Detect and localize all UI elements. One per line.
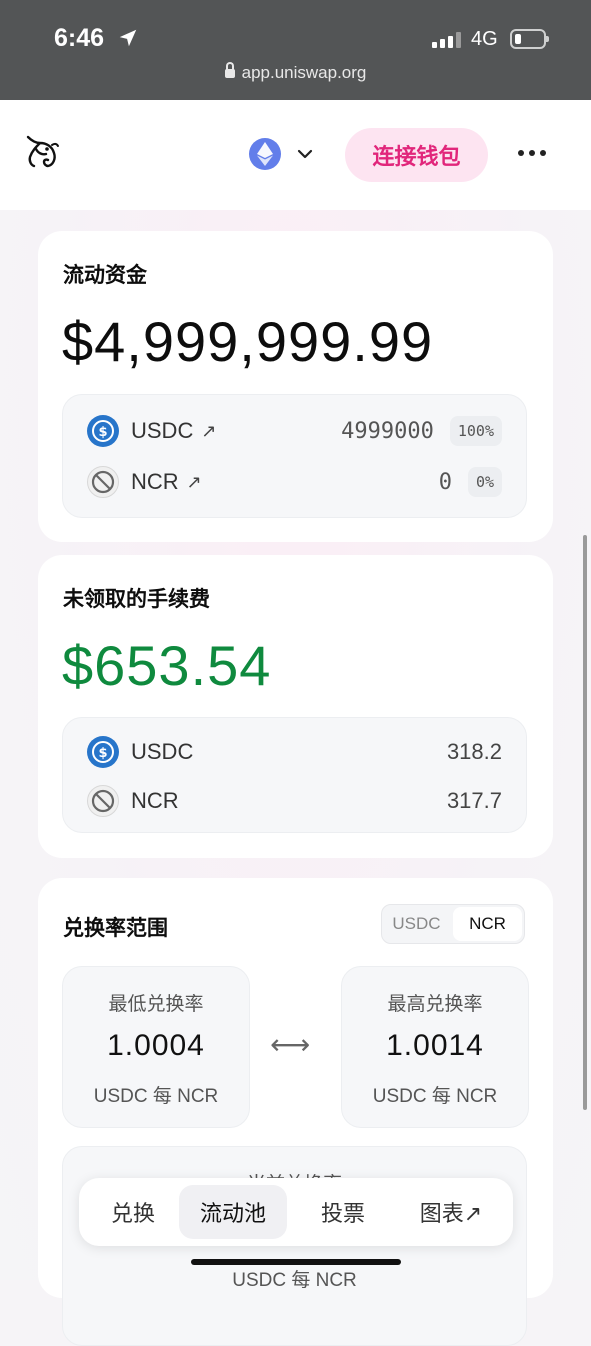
battery-icon [510, 29, 549, 49]
network-type: 4G [471, 28, 498, 50]
status-bar: 6:46 4G app.uniswap.org [0, 0, 591, 100]
token-name: NCR [131, 788, 179, 813]
network-selector[interactable] [249, 138, 313, 170]
more-options-icon[interactable] [518, 150, 546, 156]
lock-icon [224, 62, 235, 78]
ethereum-icon [249, 138, 281, 170]
liquidity-total: $4,999,999.99 [62, 310, 434, 373]
bottom-nav: 兑换 流动池 投票 图表↗ [79, 1178, 513, 1246]
token-percent-badge: 100% [449, 416, 502, 446]
svg-text:$: $ [98, 425, 107, 440]
url-bar[interactable]: app.uniswap.org [0, 62, 591, 83]
nav-charts[interactable]: 图表↗ [399, 1185, 503, 1239]
external-link-icon[interactable]: ↗ [187, 472, 202, 493]
token-percent-badge: 0% [467, 467, 502, 497]
token-amount: 317.7 [446, 788, 502, 813]
url-text: app.uniswap.org [241, 63, 367, 82]
nav-pool[interactable]: 流动池 [179, 1185, 287, 1239]
min-price-value: 1.0004 [107, 1029, 205, 1062]
usdc-icon: $ [87, 736, 119, 768]
token-row-ncr[interactable]: NCR ↗ 0 0% [87, 465, 502, 499]
max-price-unit: USDC 每 NCR [372, 1086, 498, 1107]
token-amount: 318.2 [446, 739, 502, 764]
unclaimed-fees-card: 未领取的手续费 $653.54 $ USDC 318.2 NCR 317.7 [38, 555, 553, 858]
connect-wallet-button[interactable]: 连接钱包 [345, 128, 488, 182]
token-name: USDC [131, 418, 194, 443]
nav-swap[interactable]: 兑换 [87, 1185, 179, 1239]
token-row-usdc[interactable]: $ USDC ↗ 4999000 100% [87, 414, 502, 448]
token-row-usdc: $ USDC 318.2 [87, 735, 502, 769]
fees-token-list: $ USDC 318.2 NCR 317.7 [62, 717, 527, 833]
double-arrow-icon: ⟷ [270, 1028, 311, 1061]
toggle-ncr[interactable]: NCR [453, 907, 522, 941]
current-price-unit: USDC 每 NCR [232, 1270, 357, 1291]
home-indicator [191, 1259, 401, 1265]
scrollbar[interactable] [583, 535, 587, 1110]
toggle-usdc[interactable]: USDC [382, 905, 451, 943]
uniswap-logo-icon[interactable] [22, 131, 62, 171]
min-price-label: 最低兑换率 [108, 993, 204, 1015]
fees-total: $653.54 [62, 634, 272, 697]
top-nav: 连接钱包 [0, 100, 591, 211]
status-time: 6:46 [54, 24, 105, 52]
max-price-value: 1.0014 [386, 1029, 484, 1062]
external-link-icon[interactable]: ↗ [201, 421, 216, 442]
liquidity-token-list: $ USDC ↗ 4999000 100% NCR ↗ 0 0% [62, 394, 527, 518]
token-amount: 4999000 [341, 418, 434, 444]
range-title: 兑换率范围 [63, 916, 168, 940]
unknown-token-icon [87, 466, 119, 498]
min-price-box: 最低兑换率 1.0004 USDC 每 NCR [62, 966, 250, 1128]
max-price-box: 最高兑换率 1.0014 USDC 每 NCR [341, 966, 529, 1128]
token-name: NCR [131, 469, 179, 494]
max-price-label: 最高兑换率 [387, 993, 483, 1015]
token-name: USDC [131, 739, 194, 764]
base-token-toggle[interactable]: USDC NCR [381, 904, 525, 944]
nav-vote[interactable]: 投票 [287, 1185, 399, 1239]
min-price-unit: USDC 每 NCR [93, 1086, 219, 1107]
liquidity-card: 流动资金 $4,999,999.99 $ USDC ↗ 4999000 100%… [38, 231, 553, 542]
unknown-token-icon [87, 785, 119, 817]
fees-title: 未领取的手续费 [63, 587, 210, 611]
chevron-down-icon [297, 149, 313, 159]
token-amount: 0 [438, 469, 452, 495]
location-arrow-icon [119, 29, 137, 47]
liquidity-title: 流动资金 [63, 263, 147, 287]
signal-icon [432, 32, 461, 48]
svg-text:$: $ [98, 746, 107, 761]
usdc-icon: $ [87, 415, 119, 447]
token-row-ncr: NCR 317.7 [87, 784, 502, 818]
current-price-box: 当前兑换率 USDC 每 NCR [62, 1146, 527, 1346]
